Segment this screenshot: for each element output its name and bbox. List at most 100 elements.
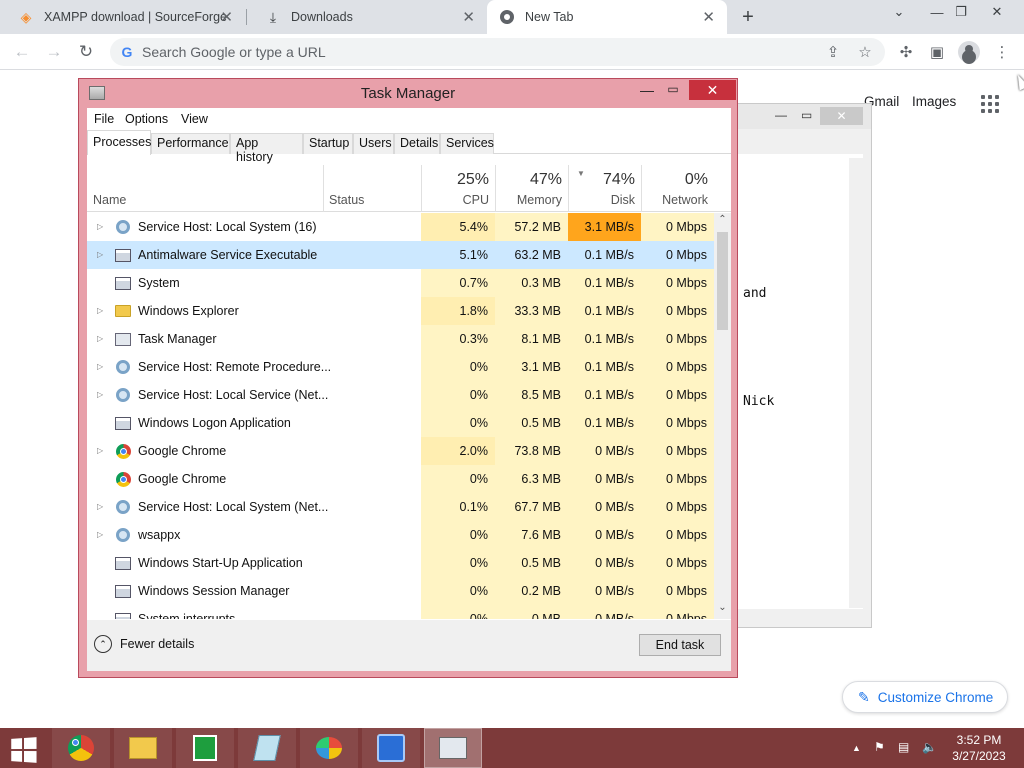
process-row[interactable]: ▷ Service Host: Local Service (Net... 0% 8.… [87,381,714,409]
process-row[interactable]: Windows Session Manager 0% 0.2 MB 0 MB/s 0 M… [87,577,714,605]
start-button[interactable] [11,737,39,763]
chrome-icon [499,9,515,25]
taskbar-store[interactable] [176,728,234,768]
process-row[interactable]: Windows Start-Up Application 0% 0.5 MB 0 MB… [87,549,714,577]
forward-button[interactable]: → [42,40,66,64]
cpu-cell: 0% [421,381,495,409]
address-bar[interactable]: G Search Google or type a URL ⇪ ☆ [110,38,885,66]
new-tab-button[interactable]: + [737,4,759,30]
bookmark-star-icon[interactable]: ☆ [856,43,874,61]
expand-arrow-icon[interactable]: ▷ [97,222,103,231]
tab-new-tab[interactable]: New Tab ✕ [487,0,727,34]
end-task-button[interactable]: End task [639,634,721,656]
show-hidden-icons-chevron-icon[interactable]: ▲ [852,743,861,753]
images-link[interactable]: Images [912,94,956,109]
expand-arrow-icon[interactable]: ▷ [97,502,103,511]
expand-arrow-icon[interactable]: ▷ [97,390,103,399]
column-cpu[interactable]: 25% CPU [421,155,495,212]
menu-bar: File Options View [87,108,731,130]
expand-arrow-icon[interactable]: ▷ [97,334,103,343]
tab-xampp[interactable]: ◈ XAMPP download | SourceForge ✕ [0,0,245,34]
process-row[interactable]: ▷ Windows Explorer 1.8% 33.3 MB 0.1 MB/s 0 Mb… [87,297,714,325]
bg-close-button[interactable]: ✕ [820,107,863,125]
reload-button[interactable]: ↻ [74,40,98,64]
back-button[interactable]: ← [10,40,34,64]
scroll-down-arrow-icon[interactable]: ⌄ [714,602,731,619]
process-row[interactable]: ▷ Service Host: Local System (Net... 0.1% 6… [87,493,714,521]
side-panel-icon[interactable]: ▣ [927,42,947,62]
taskbar-file-explorer[interactable] [114,728,172,768]
extensions-icon[interactable]: ✣ [896,42,916,62]
taskbar-paint[interactable] [300,728,358,768]
volume-icon[interactable]: 🔈 [922,740,937,754]
share-icon[interactable]: ⇪ [824,43,842,61]
expand-arrow-icon[interactable]: ▷ [97,306,103,315]
close-tab-icon[interactable]: ✕ [220,8,233,26]
tab-services[interactable]: Services [440,133,494,154]
taskbar-notepad[interactable] [238,728,296,768]
taskbar-task-manager[interactable] [424,728,482,768]
expand-arrow-icon[interactable]: ▷ [97,446,103,455]
scrollbar-thumb[interactable] [717,232,728,330]
process-row[interactable]: ▷ Google Chrome 2.0% 73.8 MB 0 MB/s 0 Mbps [87,437,714,465]
column-disk[interactable]: 74% Disk [568,155,641,212]
column-status[interactable]: Status [323,155,421,212]
disk-cell: 0 MB/s [568,577,641,605]
menu-file[interactable]: File [94,112,114,126]
process-row[interactable]: ▷ wsappx 0% 7.6 MB 0 MB/s 0 Mbps [87,521,714,549]
bg-maximize-button[interactable]: ▭ [801,108,812,122]
column-network[interactable]: 0% Network [641,155,714,212]
expand-arrow-icon[interactable]: ▷ [97,530,103,539]
process-row[interactable]: System interrupts 0% 0 MB 0 MB/s 0 Mbps [87,605,714,619]
taskbar-chrome[interactable] [52,728,110,768]
tab-search-icon[interactable]: ⌄ [884,0,914,24]
tab-downloads[interactable]: ⤓ Downloads ✕ [247,0,487,34]
network-icon[interactable]: ▤ [898,740,909,754]
clock[interactable]: 3:52 PM 3/27/2023 [948,732,1010,764]
process-name: Service Host: Local System (16) [138,220,317,234]
tab-details[interactable]: Details [394,133,440,154]
task-manager-icon [115,331,131,347]
minimize-button[interactable]: — [636,82,658,100]
taskbar-settings[interactable] [362,728,420,768]
menu-options[interactable]: Options [125,112,168,126]
process-row[interactable]: ▷ Task Manager 0.3% 8.1 MB 0.1 MB/s 0 Mbps [87,325,714,353]
process-row[interactable]: ▷ Antimalware Service Executable 5.1% 63.2 … [87,241,714,269]
maximize-button[interactable]: ▭ [662,82,684,100]
process-row[interactable]: Windows Logon Application 0% 0.5 MB 0.1 MB/… [87,409,714,437]
bg-horizontal-scrollbar[interactable] [734,609,863,621]
column-label: Name [93,193,127,207]
process-row[interactable]: Google Chrome 0% 6.3 MB 0 MB/s 0 Mbps [87,465,714,493]
background-window[interactable]: — ▭ ✕ and Nick [733,103,872,628]
process-list-scrollbar[interactable]: ⌃ ⌄ [714,213,731,619]
column-memory[interactable]: 47% Memory [495,155,568,212]
google-apps-icon[interactable] [981,95,999,113]
tab-startup[interactable]: Startup [303,133,353,154]
network-cell: 0 Mbps [641,297,714,325]
tab-users[interactable]: Users [353,133,394,154]
menu-kebab-icon[interactable]: ⋮ [992,42,1012,62]
expand-arrow-icon[interactable]: ▷ [97,250,103,259]
scroll-up-arrow-icon[interactable]: ⌃ [714,214,731,231]
action-center-flag-icon[interactable]: ⚑ [874,740,885,754]
bg-minimize-button[interactable]: — [775,108,787,122]
menu-view[interactable]: View [181,112,208,126]
expand-arrow-icon[interactable]: ▷ [97,362,103,371]
tab-processes[interactable]: Processes [87,130,151,155]
process-row[interactable]: System 0.7% 0.3 MB 0.1 MB/s 0 Mbps [87,269,714,297]
fewer-details-button[interactable]: ⌃ Fewer details [94,635,194,653]
close-button[interactable]: ✕ [689,80,736,100]
close-window-button[interactable]: ✕ [982,0,1012,24]
column-name[interactable]: Name [87,155,323,212]
bg-vertical-scrollbar[interactable] [849,158,864,608]
profile-avatar[interactable] [958,41,980,63]
restore-button[interactable]: ❐ [946,0,976,24]
close-tab-icon[interactable]: ✕ [462,8,475,26]
process-row[interactable]: ▷ Service Host: Local System (16) 5.4% 57.2… [87,213,714,241]
tab-performance[interactable]: Performance [151,133,230,154]
application-window-icon [115,415,131,431]
close-tab-icon[interactable]: ✕ [702,8,715,26]
tab-app-history[interactable]: App history [230,133,303,164]
customize-chrome-button[interactable]: ✎ Customize Chrome [842,681,1008,713]
process-row[interactable]: ▷ Service Host: Remote Procedure... 0% 3.1 … [87,353,714,381]
